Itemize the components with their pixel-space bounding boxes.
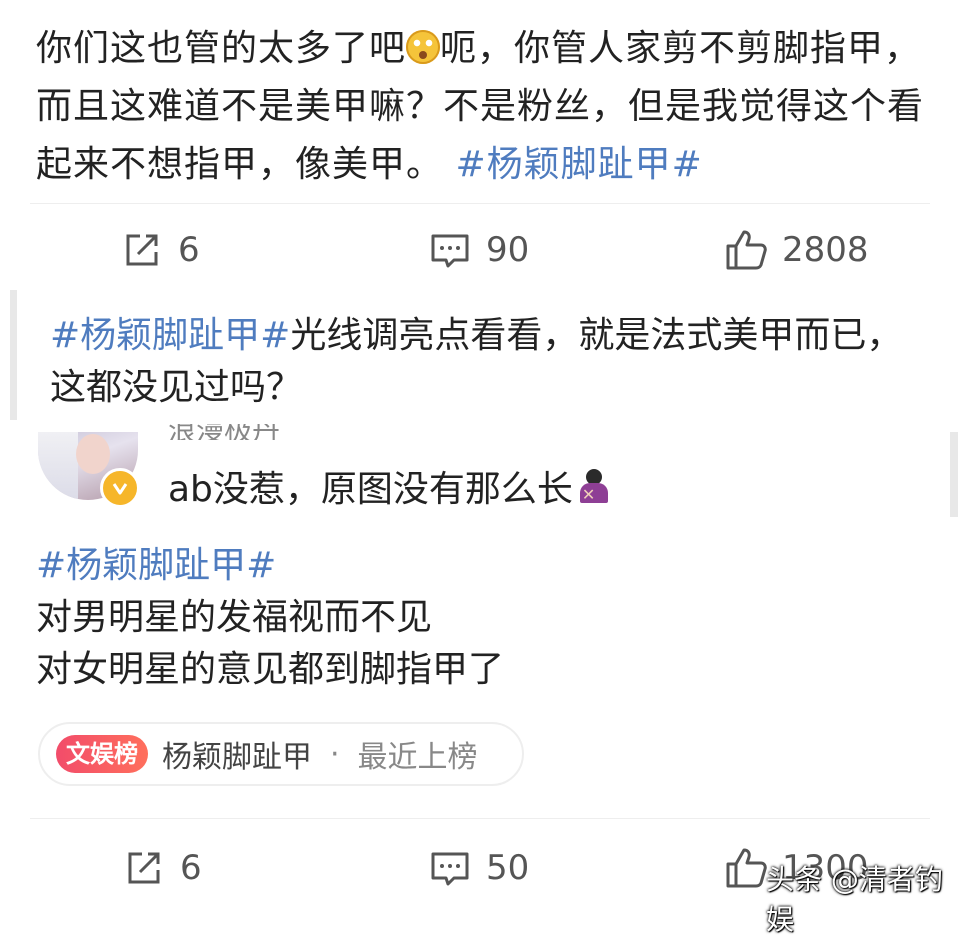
hashtag-link[interactable]: #杨颖脚趾甲# bbox=[455, 144, 702, 185]
repost-count: 6 bbox=[180, 848, 202, 888]
post2-text: #杨颖脚趾甲# 对男明星的发福视而不见 对女明星的意见都到脚指甲了 bbox=[36, 540, 931, 696]
comment-button[interactable]: 50 bbox=[428, 846, 529, 890]
pill-topic: 杨颖脚趾甲 bbox=[162, 740, 312, 775]
comment-count: 50 bbox=[486, 848, 530, 888]
quote-text: #杨颖脚趾甲#光线调亮点看看，就是法式美甲而已，这都没见过吗？ bbox=[50, 310, 910, 414]
ranking-badge: 文娱榜 bbox=[56, 735, 148, 773]
astonished-face-icon bbox=[406, 30, 441, 64]
comment-icon bbox=[431, 234, 469, 268]
thumbs-up-icon bbox=[726, 230, 767, 270]
post-text-part1: 你们这也管的太多了吧 bbox=[36, 28, 407, 69]
avatar-hair bbox=[38, 432, 78, 500]
repost-icon bbox=[128, 852, 160, 884]
like-button[interactable]: 2808 bbox=[724, 228, 869, 272]
reply-username[interactable]: 浪漫极丹 bbox=[168, 424, 280, 440]
action-bar: 6 90 2808 bbox=[0, 228, 969, 278]
topic-pill[interactable]: 文娱榜 杨颖脚趾甲 · 最近上榜 bbox=[38, 722, 524, 786]
watermark: 头条 @清者钓娱 bbox=[766, 863, 943, 936]
post-text: 你们这也管的太多了吧 呃，你管人家剪不剪脚指甲，而且这难道不是美甲嘛？不是粉丝，但… bbox=[36, 20, 931, 194]
comment-count: 90 bbox=[486, 230, 530, 270]
reply-side-bar bbox=[950, 432, 958, 517]
thumbs-up-icon bbox=[726, 848, 767, 888]
post2-line: 对男明星的发福视而不见 bbox=[36, 597, 433, 638]
divider bbox=[30, 818, 930, 819]
quote-hashtag-link[interactable]: #杨颖脚趾甲# bbox=[50, 315, 290, 356]
pill-status: 最近上榜 bbox=[357, 740, 478, 775]
post2-line: 对女明星的意见都到脚指甲了 bbox=[36, 649, 505, 690]
repost-button[interactable]: 6 bbox=[122, 846, 202, 890]
like-count: 2808 bbox=[782, 230, 869, 270]
repost-icon bbox=[126, 234, 158, 266]
person-gesturing-no-icon: ✕ bbox=[577, 469, 611, 504]
divider bbox=[30, 203, 930, 204]
repost-count: 6 bbox=[178, 230, 200, 270]
reply-body: ab没惹，原图没有那么长 bbox=[168, 469, 573, 510]
repost-button[interactable]: 6 bbox=[120, 228, 200, 272]
post2-hashtag-link[interactable]: #杨颖脚趾甲# bbox=[36, 540, 931, 592]
verified-badge-icon bbox=[100, 468, 140, 508]
comment-button[interactable]: 90 bbox=[428, 228, 529, 272]
quote-bar bbox=[10, 290, 17, 420]
reply-text: ab没惹，原图没有那么长 ✕ bbox=[168, 460, 611, 512]
avatar-face bbox=[76, 434, 110, 474]
comment-icon bbox=[431, 852, 469, 886]
pill-separator: · bbox=[330, 736, 340, 772]
